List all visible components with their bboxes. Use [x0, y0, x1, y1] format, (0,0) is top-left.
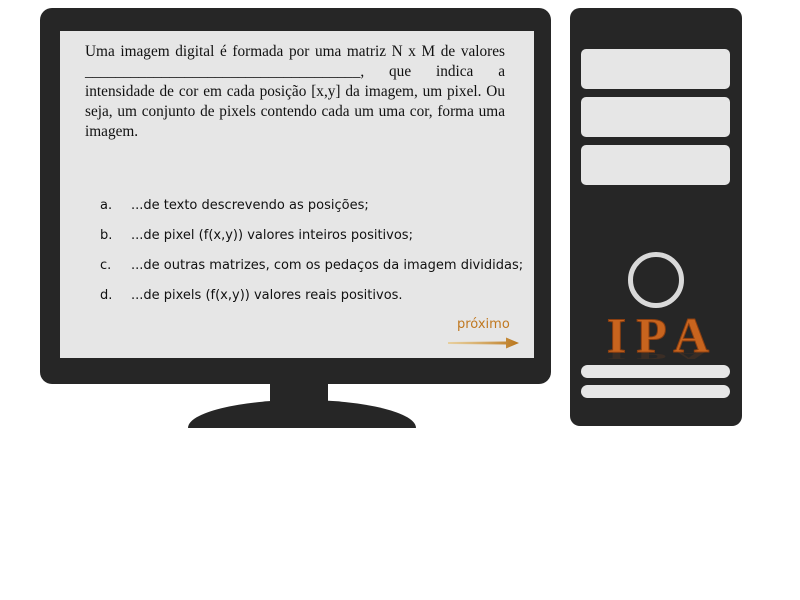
option-text: ...de outras matrizes, com os pedaços da…: [131, 258, 524, 273]
monitor: Uma imagem digital é formada por uma mat…: [40, 8, 551, 384]
power-button-icon[interactable]: [628, 252, 684, 308]
next-label: próximo: [457, 317, 510, 332]
answer-options: a. ...de texto descrevendo as posições; …: [100, 195, 540, 315]
computer-tower: IPA IPA: [570, 8, 742, 426]
vent-slot: [581, 385, 730, 398]
option-text: ...de pixel (f(x,y)) valores inteiros po…: [131, 228, 413, 243]
drive-bay: [581, 97, 730, 137]
option-letter: c.: [100, 258, 112, 273]
option-letter: b.: [100, 228, 113, 243]
next-button[interactable]: próximo: [448, 315, 528, 355]
option-d[interactable]: d. ...de pixels (f(x,y)) valores reais p…: [100, 285, 540, 315]
drive-bay: [581, 145, 730, 185]
option-b[interactable]: b. ...de pixel (f(x,y)) valores inteiros…: [100, 225, 540, 255]
option-text: ...de pixels (f(x,y)) valores reais posi…: [131, 288, 403, 303]
monitor-base: [188, 400, 416, 428]
vent-slot: [581, 365, 730, 378]
right-arrow-icon: [448, 337, 519, 349]
svg-text:IPA: IPA: [607, 348, 719, 362]
ipa-logo: IPA IPA: [606, 307, 719, 364]
option-letter: a.: [100, 198, 113, 213]
option-letter: d.: [100, 288, 113, 303]
option-text: ...de texto descrevendo as posições;: [131, 198, 369, 213]
quiz-screen: Uma imagem digital é formada por uma mat…: [60, 31, 534, 358]
drive-bay: [581, 49, 730, 89]
option-a[interactable]: a. ...de texto descrevendo as posições;: [100, 195, 540, 225]
option-c[interactable]: c. ...de outras matrizes, com os pedaços…: [100, 255, 540, 285]
question-text: Uma imagem digital é formada por uma mat…: [85, 43, 505, 140]
